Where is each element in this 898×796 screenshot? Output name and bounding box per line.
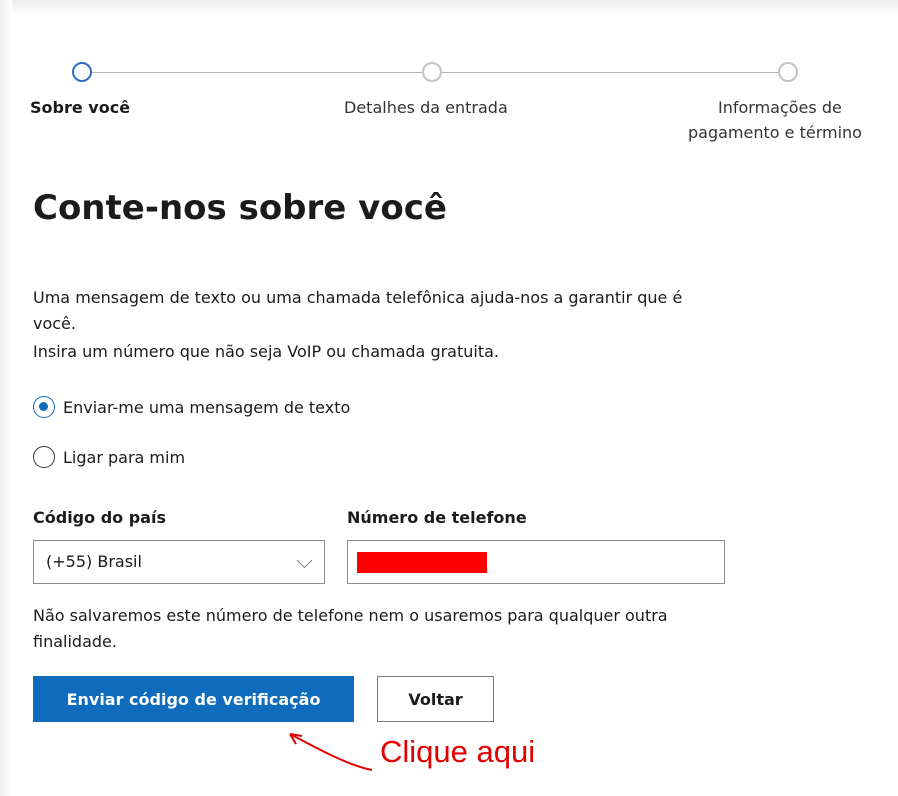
description-line: você.: [33, 314, 76, 333]
radio-unchecked-icon[interactable]: [33, 446, 55, 468]
privacy-note-line: Não salvaremos este número de telefone n…: [33, 606, 668, 625]
country-code-value: (+55) Brasil: [46, 552, 142, 571]
radio-label: Ligar para mim: [63, 447, 186, 467]
step-1-label: Sobre você: [30, 98, 131, 117]
privacy-note-line: finalidade.: [33, 632, 117, 651]
step-3-label-line2: pagamento e término: [688, 123, 862, 142]
radio-option-call-me[interactable]: Ligar para mim: [33, 444, 185, 470]
chevron-down-icon: [296, 552, 313, 569]
send-verification-code-button[interactable]: Enviar código de verificação: [33, 676, 354, 722]
annotation-text: Clique aqui: [380, 734, 536, 769]
phone-number-input[interactable]: [347, 540, 725, 584]
description-line: Uma mensagem de texto ou uma chamada tel…: [33, 288, 683, 307]
country-code-select[interactable]: (+55) Brasil: [33, 540, 325, 584]
left-shadow: [0, 0, 12, 796]
step-2-circle-icon: [422, 62, 442, 82]
step-connector: [442, 72, 778, 73]
step-2-label: Detalhes da entrada: [344, 98, 508, 117]
back-button[interactable]: Voltar: [377, 676, 494, 722]
country-code-label: Código do país: [33, 508, 166, 527]
step-3-label-line1: Informações de: [718, 98, 842, 117]
radio-label: Enviar-me uma mensagem de texto: [63, 397, 351, 417]
step-3-circle-icon: [778, 62, 798, 82]
top-shadow: [0, 0, 898, 14]
radio-checked-icon[interactable]: [33, 396, 55, 418]
radio-option-text-message[interactable]: Enviar-me uma mensagem de texto: [33, 394, 350, 420]
redaction-mark: [357, 552, 487, 573]
page-title: Conte-nos sobre você: [33, 188, 447, 228]
description-line: Insira um número que não seja VoIP ou ch…: [33, 342, 499, 361]
step-connector: [92, 72, 422, 73]
phone-number-label: Número de telefone: [347, 508, 527, 527]
step-1-circle-icon: [72, 62, 92, 82]
annotation-arrow-icon: [289, 733, 373, 771]
